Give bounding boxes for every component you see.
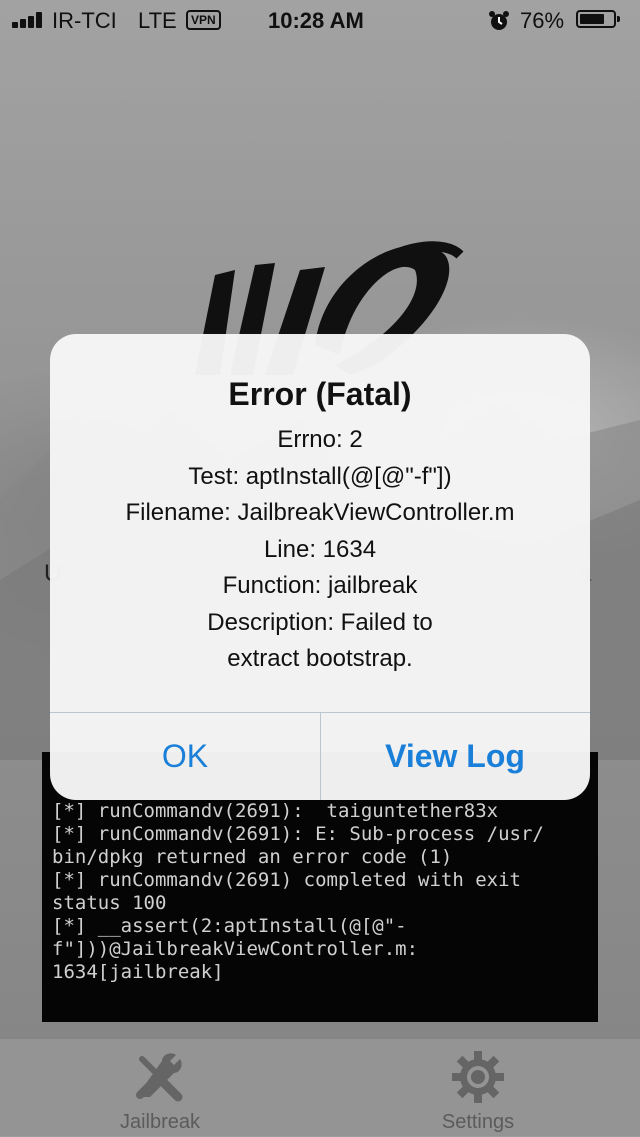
alert-line-line: Line: 1634	[263, 535, 377, 563]
alert-line-test: Test: aptInstall(@[@"-f"])	[188, 462, 452, 490]
alert-title: Error (Fatal)	[228, 376, 412, 412]
alert-line-description-cont: extract bootstrap.	[227, 645, 413, 672]
error-alert-dialog: Error (Fatal) Errno: 2 Test: aptInstall(…	[50, 334, 590, 800]
alert-line-errno: Errno: 2	[277, 426, 363, 453]
view-log-button[interactable]: View Log	[320, 713, 590, 800]
ok-button[interactable]: OK	[50, 713, 320, 800]
alert-message: Errno: 2 Test: aptInstall(@[@"-f"]) File…	[50, 422, 590, 678]
alert-line-description: Description: Failed to	[207, 608, 433, 636]
alert-line-function: Function: jailbreak	[222, 572, 418, 599]
alert-line-filename: Filename: JailbreakViewController.m	[125, 499, 515, 526]
